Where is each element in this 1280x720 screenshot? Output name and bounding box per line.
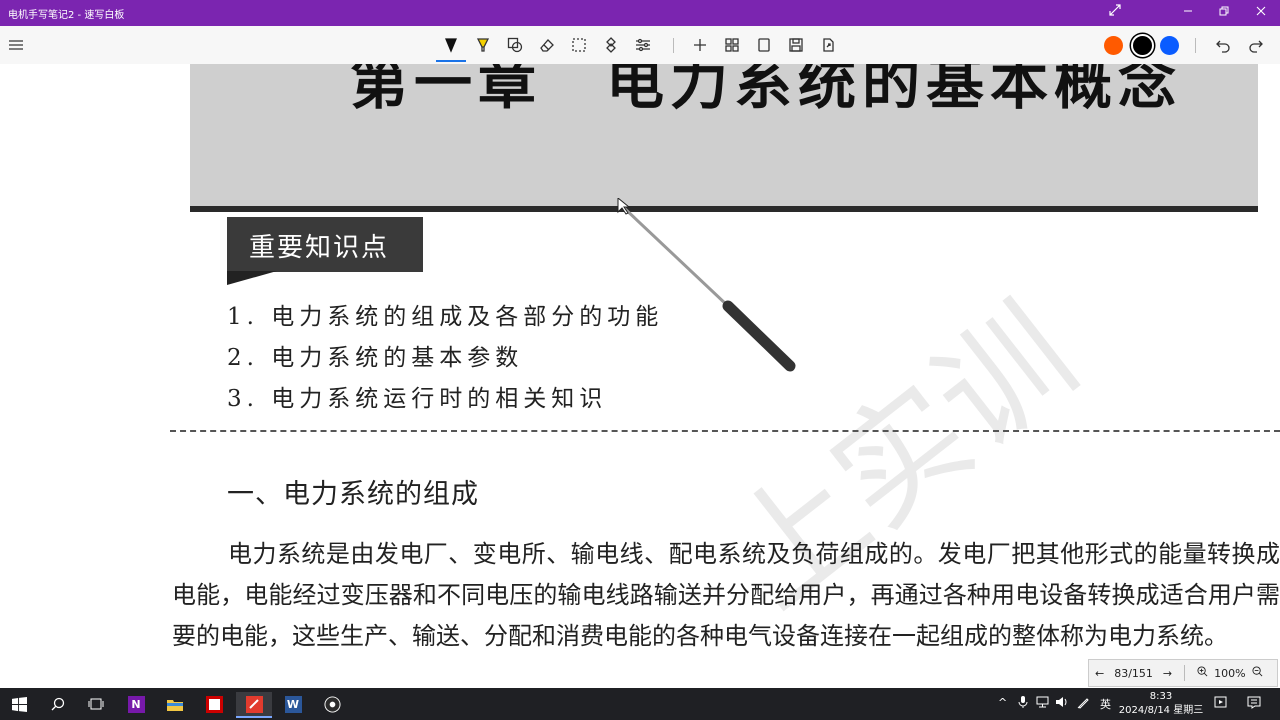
close-button[interactable] — [1251, 3, 1271, 23]
pagebar-separator — [1184, 665, 1186, 681]
key-points-title: 重要知识点 — [249, 233, 390, 263]
clock-time: 8:33 — [1149, 691, 1173, 702]
whiteboard-canvas[interactable]: 第一章 电力系统的基本概念 重要知识点 1. 电力系统的组成及各部分的功能 2.… — [0, 64, 1280, 688]
microphone-icon[interactable] — [1018, 696, 1028, 711]
key-point-item: 3. 电力系统运行时的相关知识 — [227, 386, 608, 412]
key-point-item: 1. 电力系统的组成及各部分的功能 — [227, 304, 664, 330]
redo-icon[interactable] — [1246, 35, 1266, 55]
title-bar: 电机手写笔记2 - 速写白板 — [0, 0, 1280, 26]
menu-icon[interactable] — [6, 35, 26, 55]
word-app-icon[interactable]: W — [279, 692, 307, 716]
section-divider — [170, 430, 1280, 432]
pen-input-icon[interactable] — [1077, 696, 1090, 712]
zoom-out-icon[interactable] — [1246, 666, 1269, 680]
zoom-level: 100% — [1214, 666, 1246, 680]
window-title: 电机手写笔记2 - 速写白板 — [8, 10, 125, 21]
toolbar-separator — [673, 38, 674, 53]
clock-date: 2024/8/14 星期三 — [1118, 705, 1204, 716]
color-black-swatch[interactable] — [1131, 34, 1154, 57]
tray-expand-icon[interactable]: ^ — [998, 696, 1007, 709]
volume-icon[interactable] — [1055, 696, 1069, 711]
page-icon[interactable] — [754, 35, 774, 55]
key-points-list: 1. 电力系统的组成及各部分的功能 2. 电力系统的基本参数 3. 电力系统运行… — [227, 297, 663, 420]
chapter-banner-image: 第一章 电力系统的基本概念 — [190, 64, 1258, 212]
pen-tool-icon[interactable] — [441, 35, 461, 55]
key-points-title-box: 重要知识点 — [227, 217, 423, 272]
minimize-button[interactable] — [1178, 3, 1198, 23]
prev-page-icon[interactable]: ← — [1089, 667, 1110, 680]
shape-tool-icon[interactable] — [505, 35, 525, 55]
pdf-reader-app-icon[interactable] — [200, 692, 228, 716]
zoom-in-icon[interactable] — [1191, 666, 1214, 680]
section-heading: 一、电力系统的组成 — [227, 479, 479, 510]
file-explorer-icon[interactable] — [161, 692, 189, 716]
onenote-app-icon[interactable]: N — [122, 692, 150, 716]
ime-indicator[interactable]: 英 — [1100, 696, 1111, 712]
lasso-select-icon[interactable] — [569, 35, 589, 55]
search-icon[interactable] — [44, 692, 72, 716]
windows-start-icon[interactable] — [5, 692, 33, 716]
settings-sliders-icon[interactable] — [633, 35, 653, 55]
restore-button[interactable] — [1214, 3, 1234, 23]
export-icon[interactable] — [818, 35, 838, 55]
eraser-tool-icon[interactable] — [537, 35, 557, 55]
page-navigator: ← 83/151 → 100% — [1088, 659, 1278, 687]
key-point-item: 2. 电力系统的基本参数 — [227, 345, 524, 371]
add-page-icon[interactable] — [690, 35, 710, 55]
color-blue-swatch[interactable] — [1160, 36, 1179, 55]
toolbar-separator — [1195, 38, 1196, 53]
clock[interactable]: 8:33 2024/8/14 星期三 — [1116, 690, 1206, 718]
notification-icon[interactable] — [1247, 696, 1261, 712]
pan-move-icon[interactable] — [601, 35, 621, 55]
key-points-ribbon-fold — [227, 271, 277, 285]
obs-app-icon[interactable] — [318, 692, 346, 716]
task-view-icon[interactable] — [82, 692, 110, 716]
highlighter-tool-icon[interactable] — [473, 35, 493, 55]
next-page-icon[interactable]: → — [1157, 667, 1178, 680]
toolbar — [0, 26, 1280, 65]
pen-cursor-icon — [616, 196, 796, 382]
media-icon[interactable] — [1214, 696, 1227, 711]
whiteboard-app-icon[interactable] — [236, 692, 272, 718]
active-tool-indicator — [436, 60, 466, 62]
expand-icon[interactable] — [1105, 3, 1125, 23]
taskbar: N W ^ 英 8:33 2024/8/14 星期三 — [0, 688, 1280, 720]
color-orange-swatch[interactable] — [1104, 36, 1123, 55]
undo-icon[interactable] — [1213, 35, 1233, 55]
grid-view-icon[interactable] — [722, 35, 742, 55]
body-paragraph: 电力系统是由发电厂、变电所、输电线、配电系统及负荷组成的。发电厂把其他形式的能量… — [172, 540, 1280, 650]
save-icon[interactable] — [786, 35, 806, 55]
network-icon[interactable] — [1036, 696, 1049, 711]
page-indicator: 83/151 — [1114, 666, 1153, 680]
